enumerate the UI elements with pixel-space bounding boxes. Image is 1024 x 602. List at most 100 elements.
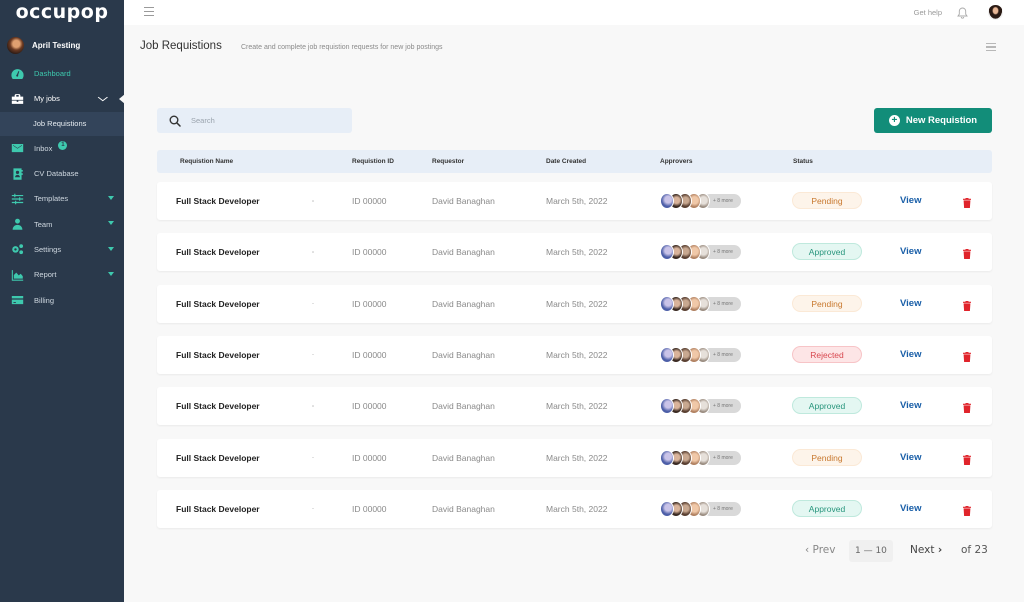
- caret-down-icon[interactable]: [108, 272, 114, 277]
- new-requistion-button[interactable]: + New Requistion: [874, 108, 992, 133]
- approvers-group[interactable]: + 8 more: [660, 346, 741, 363]
- requistion-name[interactable]: Full Stack Developer: [176, 504, 260, 514]
- table-row[interactable]: Full Stack Developer ID 00000 David Banagh…: [157, 438, 992, 477]
- requistion-id: ID 00000: [352, 452, 387, 463]
- column-header-approvers[interactable]: Approvers: [660, 158, 693, 165]
- separator-dot: [312, 456, 314, 458]
- view-link[interactable]: View: [900, 400, 921, 411]
- chevron-right-icon: ›: [937, 544, 943, 556]
- sidebar-label: Dashboard: [34, 69, 71, 79]
- requistion-name[interactable]: Full Stack Developer: [176, 299, 260, 309]
- trash-icon[interactable]: [963, 298, 971, 316]
- sliders-icon: [10, 193, 24, 205]
- approvers-group[interactable]: + 8 more: [660, 398, 741, 415]
- profile-avatar[interactable]: [988, 5, 1003, 20]
- status-badge: Approved: [792, 499, 862, 517]
- approvers-group[interactable]: + 8 more: [660, 244, 741, 261]
- table-row[interactable]: Full Stack Developer ID 00000 David Banagh…: [157, 387, 992, 426]
- requistion-name[interactable]: Full Stack Developer: [176, 350, 260, 360]
- table-row[interactable]: Full Stack Developer ID 00000 David Banagh…: [157, 284, 992, 323]
- view-link[interactable]: View: [900, 452, 921, 463]
- logo[interactable]: occupop: [0, 0, 124, 26]
- get-help-link[interactable]: Get help: [914, 8, 942, 17]
- approver-avatar[interactable]: [660, 295, 674, 312]
- sidebar-item-cv-database[interactable]: CV Database: [0, 161, 124, 186]
- date-created: March 5th, 2022: [546, 247, 608, 258]
- sidebar-item-templates[interactable]: Templates: [0, 186, 124, 211]
- approvers-group[interactable]: + 8 more: [660, 449, 741, 466]
- table-row[interactable]: Full Stack Developer ID 00000 David Banagh…: [157, 233, 992, 272]
- column-header-status[interactable]: Status: [793, 158, 813, 165]
- briefcase-icon: [10, 93, 24, 105]
- gears-icon: [10, 243, 24, 255]
- sidebar-item-team[interactable]: Team: [0, 211, 124, 236]
- sidebar-item-dashboard[interactable]: Dashboard: [0, 61, 124, 86]
- column-header-requestor[interactable]: Requestor: [432, 158, 464, 165]
- approver-avatar[interactable]: [660, 193, 674, 209]
- view-link[interactable]: View: [900, 298, 921, 309]
- requestor: David Banaghan: [432, 503, 495, 514]
- trash-icon[interactable]: [963, 349, 971, 367]
- sidebar-item-settings[interactable]: Settings: [0, 237, 124, 262]
- approver-avatar[interactable]: [660, 500, 674, 517]
- search-input[interactable]: [191, 116, 331, 125]
- status-badge: Pending: [792, 448, 862, 466]
- date-created: March 5th, 2022: [546, 452, 608, 463]
- caret-down-icon[interactable]: [108, 196, 114, 201]
- trash-icon[interactable]: [963, 452, 971, 470]
- sidebar: occupop April Testing Dashboard My jobs …: [0, 0, 125, 602]
- user-name: April Testing: [32, 40, 81, 50]
- sidebar-label: CV Database: [34, 169, 79, 179]
- column-header-id[interactable]: Requistion ID: [352, 158, 394, 165]
- bell-icon[interactable]: [957, 6, 968, 24]
- page-subtitle: Create and complete job requistion reque…: [241, 44, 443, 51]
- requistion-id: ID 00000: [352, 298, 387, 309]
- column-header-date[interactable]: Date Created: [546, 158, 586, 165]
- hamburger-menu-icon[interactable]: [144, 7, 154, 16]
- approvers-group[interactable]: + 8 more: [660, 295, 741, 312]
- requistion-name[interactable]: Full Stack Developer: [176, 453, 260, 463]
- requistion-name[interactable]: Full Stack Developer: [176, 401, 260, 411]
- approver-avatar[interactable]: [660, 449, 674, 466]
- table-row[interactable]: Full Stack Developer ID 00000 David Banagh…: [157, 489, 992, 528]
- date-created: March 5th, 2022: [546, 298, 608, 309]
- requistion-name[interactable]: Full Stack Developer: [176, 196, 260, 206]
- separator-dot: [312, 507, 314, 510]
- view-link[interactable]: View: [900, 246, 921, 257]
- status-badge: Approved: [792, 243, 862, 261]
- pagination-range[interactable]: 1 — 10: [849, 540, 893, 562]
- trash-icon[interactable]: [963, 503, 971, 521]
- requestor: David Banaghan: [432, 247, 495, 258]
- requistion-name[interactable]: Full Stack Developer: [176, 247, 260, 257]
- sidebar-item-billing[interactable]: Billing: [0, 287, 124, 312]
- status-badge: Rejected: [792, 345, 862, 363]
- table-row[interactable]: Full Stack Developer ID 00000 David Banagh…: [157, 182, 992, 220]
- sidebar-item-inbox[interactable]: Inbox 1: [0, 136, 124, 161]
- status-badge: Pending: [792, 192, 862, 209]
- person-icon: [10, 218, 24, 230]
- trash-icon[interactable]: [963, 195, 971, 213]
- active-indicator: [119, 94, 125, 105]
- approvers-group[interactable]: + 8 more: [660, 193, 741, 209]
- search-icon: [169, 115, 181, 127]
- trash-icon[interactable]: [963, 400, 971, 418]
- user-profile[interactable]: April Testing: [0, 29, 124, 61]
- trash-icon[interactable]: [963, 246, 971, 264]
- pagination-next[interactable]: Next ›: [910, 544, 942, 556]
- view-link[interactable]: View: [900, 503, 921, 514]
- approvers-group[interactable]: + 8 more: [660, 500, 741, 517]
- requestor: David Banaghan: [432, 401, 495, 412]
- column-header-name[interactable]: Requistion Name: [180, 158, 233, 165]
- caret-down-icon[interactable]: [108, 221, 114, 226]
- options-menu-icon[interactable]: [986, 43, 996, 51]
- view-link[interactable]: View: [900, 195, 921, 206]
- chevron-down-icon[interactable]: ⌵: [98, 93, 108, 104]
- table-row[interactable]: Full Stack Developer ID 00000 David Banagh…: [157, 335, 992, 374]
- sidebar-subitem-job-requistions[interactable]: Job Requistions: [0, 111, 124, 136]
- approver-avatar[interactable]: [660, 346, 674, 363]
- caret-down-icon[interactable]: [108, 246, 114, 251]
- view-link[interactable]: View: [900, 349, 921, 360]
- sidebar-item-report[interactable]: Report: [0, 262, 124, 287]
- sidebar-item-my-jobs[interactable]: My jobs ⌵: [0, 86, 125, 111]
- pagination-prev[interactable]: ‹ Prev: [805, 544, 835, 556]
